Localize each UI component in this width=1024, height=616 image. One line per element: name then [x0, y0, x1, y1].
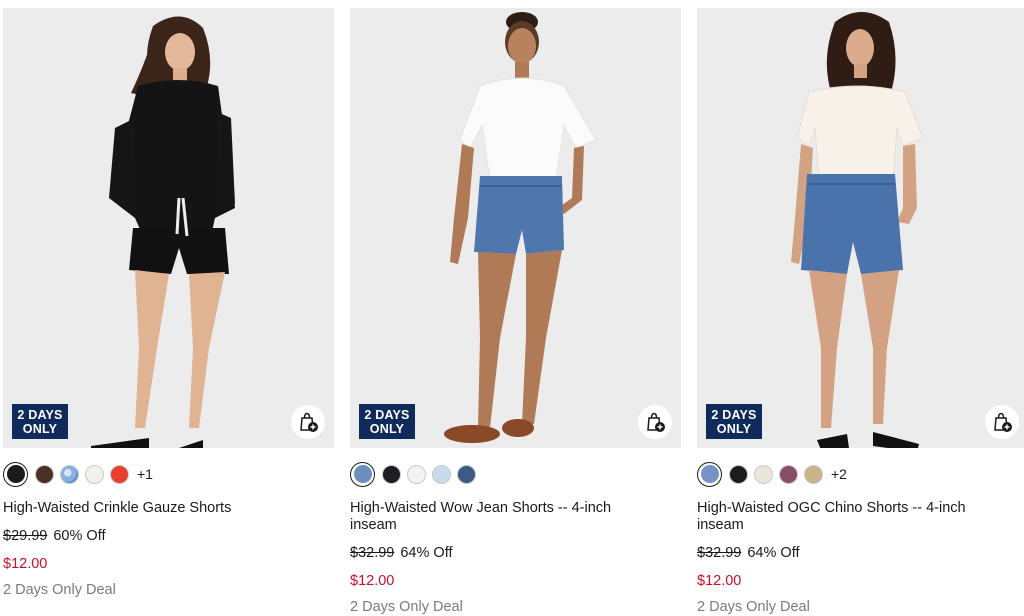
swatch-fill: [353, 465, 372, 483]
sale-price: $12.00: [697, 573, 742, 589]
color-swatch[interactable]: [754, 464, 773, 484]
swatch-fill: [700, 465, 719, 483]
swatch-fill: [6, 465, 25, 483]
deal-label: 2 Days Only Deal: [350, 599, 463, 615]
price-row: $29.99 60% Off: [3, 528, 105, 544]
color-swatch-selected[interactable]: [350, 461, 375, 487]
discount-percent: 64% Off: [400, 545, 453, 561]
product-card[interactable]: 2 DAYS ONLY +2 High-Waisted OGC Chino Sh…: [697, 0, 1024, 616]
product-image[interactable]: 2 DAYS ONLY: [3, 8, 334, 448]
sale-price: $12.00: [350, 573, 395, 589]
original-price: $32.99: [697, 545, 742, 561]
color-swatch[interactable]: [804, 464, 823, 484]
add-to-bag-button[interactable]: [985, 405, 1019, 439]
model-photo: [444, 12, 597, 443]
badge-line-1: 2 DAYS: [711, 407, 757, 422]
deal-label: 2 Days Only Deal: [3, 582, 116, 598]
shopping-bag-add-icon: [647, 412, 665, 432]
add-to-bag-button[interactable]: [638, 405, 672, 439]
badge-line-2: ONLY: [22, 421, 58, 436]
product-title[interactable]: High-Waisted OGC Chino Shorts -- 4-inch …: [697, 500, 1007, 534]
color-swatch[interactable]: [60, 464, 79, 484]
two-days-only-badge: 2 DAYS ONLY: [706, 404, 762, 439]
color-swatch[interactable]: [779, 464, 798, 484]
color-swatches: +2: [697, 461, 847, 487]
color-swatch[interactable]: [432, 464, 451, 484]
color-swatch-selected[interactable]: [697, 461, 722, 487]
product-image[interactable]: 2 DAYS ONLY: [350, 8, 681, 448]
model-photo: [91, 16, 235, 448]
color-swatch[interactable]: [729, 464, 748, 484]
original-price: $32.99: [350, 545, 395, 561]
price-row: $32.99 64% Off: [350, 545, 452, 561]
more-colors-count[interactable]: +1: [137, 466, 153, 482]
add-to-bag-button[interactable]: [291, 405, 325, 439]
color-swatches: +1: [3, 461, 153, 487]
product-card[interactable]: 2 DAYS ONLY High-Waisted Wow Jean Shorts…: [350, 0, 681, 616]
badge-line-2: ONLY: [716, 421, 752, 436]
color-swatch[interactable]: [382, 464, 401, 484]
deal-label: 2 Days Only Deal: [697, 599, 810, 615]
product-image[interactable]: 2 DAYS ONLY: [697, 8, 1024, 448]
color-swatch-selected[interactable]: [3, 461, 28, 487]
color-swatch[interactable]: [35, 464, 54, 484]
model-photo: [791, 12, 924, 448]
badge-line-1: 2 DAYS: [17, 407, 63, 422]
discount-percent: 64% Off: [747, 545, 800, 561]
color-swatch[interactable]: [457, 464, 476, 484]
color-swatch[interactable]: [85, 464, 104, 484]
color-swatch[interactable]: [407, 464, 426, 484]
color-swatch[interactable]: [110, 464, 129, 484]
product-card[interactable]: 2 DAYS ONLY +1 High-Waisted Crinkle Gauz…: [3, 0, 334, 616]
two-days-only-badge: 2 DAYS ONLY: [12, 404, 68, 439]
product-title[interactable]: High-Waisted Crinkle Gauze Shorts: [3, 500, 313, 517]
color-swatches: [350, 461, 476, 487]
more-colors-count[interactable]: +2: [831, 466, 847, 482]
shopping-bag-add-icon: [994, 412, 1012, 432]
badge-line-2: ONLY: [369, 421, 405, 436]
discount-percent: 60% Off: [53, 528, 106, 544]
price-row: $32.99 64% Off: [697, 545, 799, 561]
badge-line-1: 2 DAYS: [364, 407, 410, 422]
sale-price: $12.00: [3, 556, 48, 572]
product-title[interactable]: High-Waisted Wow Jean Shorts -- 4-inch i…: [350, 500, 660, 534]
two-days-only-badge: 2 DAYS ONLY: [359, 404, 415, 439]
original-price: $29.99: [3, 528, 48, 544]
shopping-bag-add-icon: [300, 412, 318, 432]
